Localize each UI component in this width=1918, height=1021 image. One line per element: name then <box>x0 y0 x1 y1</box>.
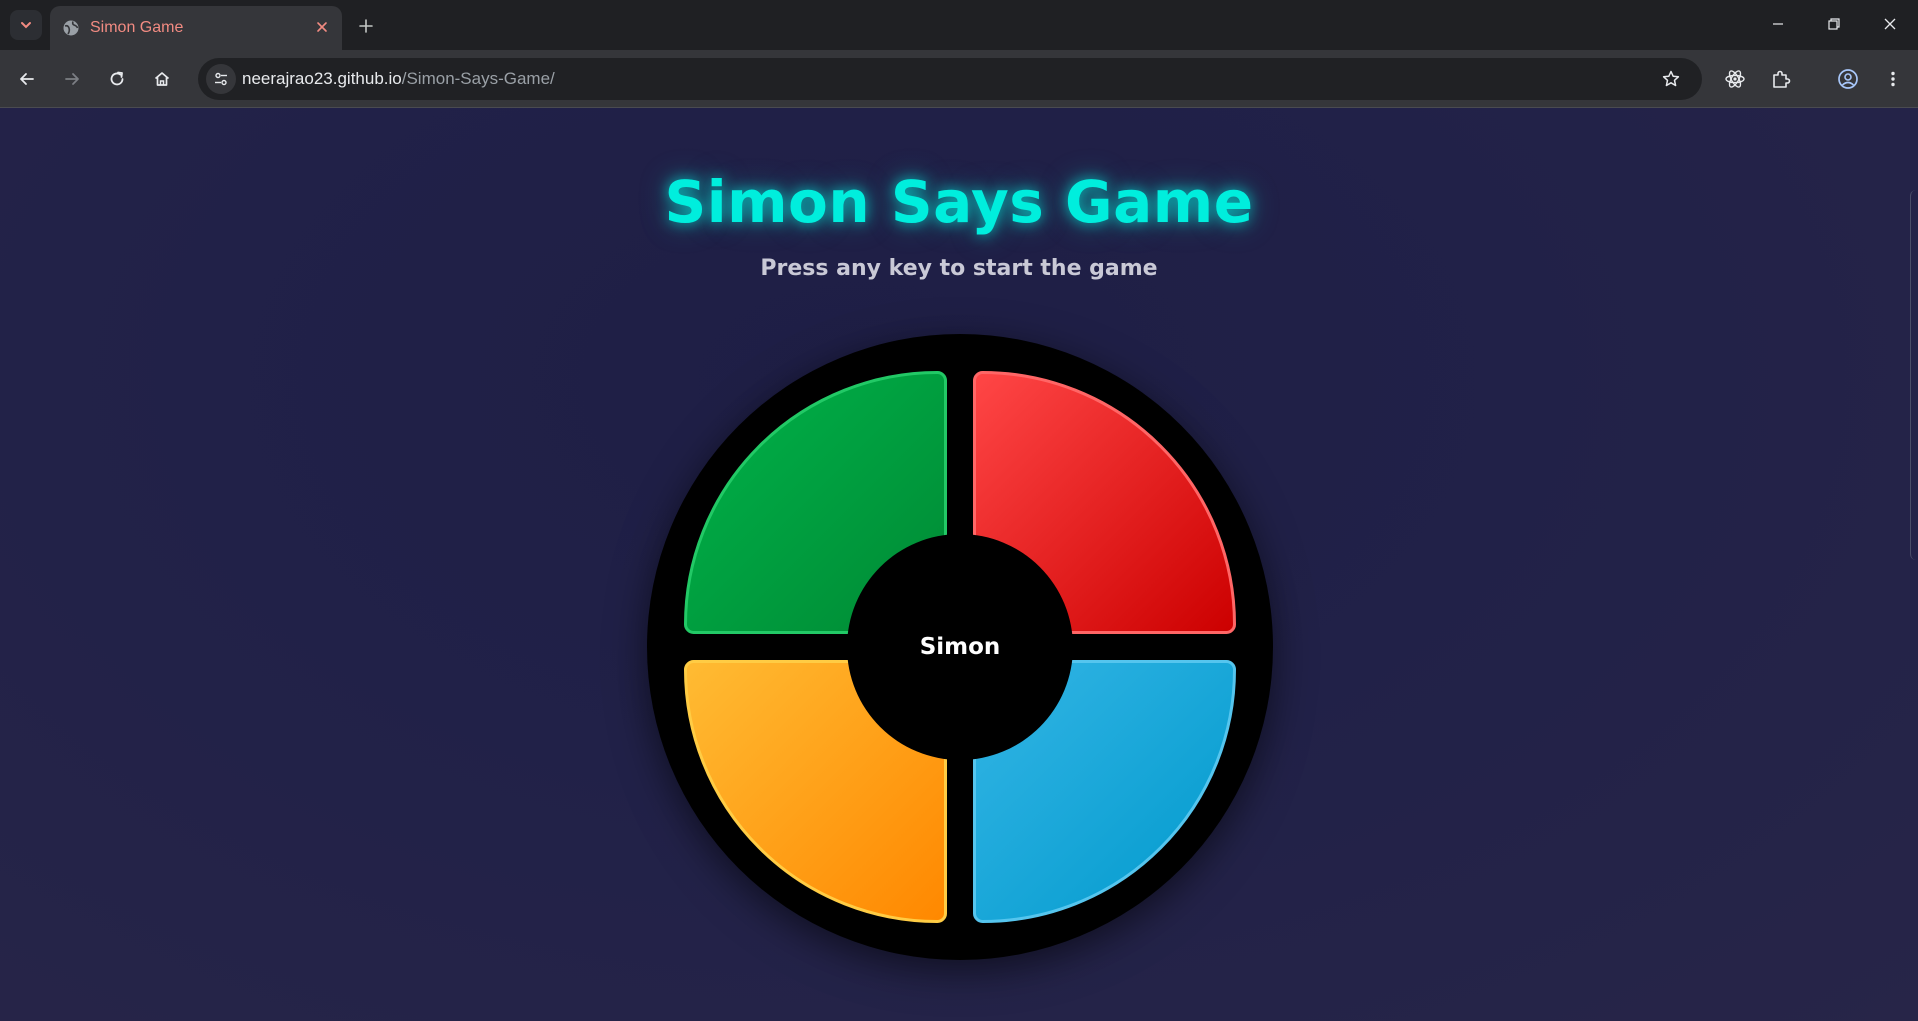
atom-icon <box>1725 70 1745 88</box>
globe-icon <box>63 20 79 36</box>
minimize-button[interactable] <box>1756 4 1800 44</box>
simon-board: Simon <box>647 334 1273 960</box>
reload-button[interactable] <box>103 65 131 93</box>
address-bar[interactable]: neerajrao23.github.io/Simon-Says-Game/ <box>198 58 1702 100</box>
home-icon <box>154 72 170 86</box>
scrollbar[interactable] <box>1910 190 1918 560</box>
page-content: Simon Says Game Press any key to start t… <box>0 108 1918 1021</box>
bookmark-button[interactable] <box>1658 66 1684 92</box>
site-info-button[interactable] <box>206 64 236 94</box>
reload-icon <box>110 71 124 86</box>
page-title: Simon Says Game <box>664 168 1254 236</box>
tab-close-button[interactable] <box>312 17 332 37</box>
board-center: Simon <box>847 534 1073 760</box>
close-icon <box>1884 18 1896 30</box>
chevron-down-icon <box>21 22 31 29</box>
tab-search-button[interactable] <box>10 10 42 40</box>
account-circle-icon <box>1838 69 1858 89</box>
tab-strip: Simon Game <box>0 0 1918 50</box>
back-button[interactable] <box>13 65 41 93</box>
plus-icon <box>359 19 373 33</box>
url-host: neerajrao23.github.io <box>242 69 402 88</box>
close-icon <box>317 22 327 32</box>
tab-title: Simon Game <box>90 19 184 36</box>
forward-button[interactable] <box>58 65 86 93</box>
center-label: Simon <box>919 634 1001 660</box>
arrow-right-icon <box>65 73 79 85</box>
active-tab[interactable]: Simon Game <box>50 6 342 50</box>
arrow-left-icon <box>20 73 34 85</box>
react-devtools-extension-button[interactable] <box>1721 65 1749 93</box>
browser-toolbar: neerajrao23.github.io/Simon-Says-Game/ <box>0 50 1918 108</box>
extensions-button[interactable] <box>1767 65 1795 93</box>
puzzle-piece-icon <box>1773 70 1791 88</box>
more-vertical-icon <box>1891 71 1895 87</box>
restore-icon <box>1828 18 1840 30</box>
game-status-text: Press any key to start the game <box>760 256 1158 281</box>
new-tab-button[interactable] <box>352 12 380 40</box>
profile-button[interactable] <box>1834 65 1862 93</box>
star-icon <box>1662 70 1680 87</box>
home-button[interactable] <box>148 65 176 93</box>
url-path: /Simon-Says-Game/ <box>401 69 555 88</box>
minimize-icon <box>1773 23 1783 25</box>
tune-icon <box>215 72 227 86</box>
browser-menu-button[interactable] <box>1879 65 1907 93</box>
url-text[interactable]: neerajrao23.github.io/Simon-Says-Game/ <box>242 69 555 89</box>
restore-button[interactable] <box>1812 4 1856 44</box>
window-close-button[interactable] <box>1868 4 1912 44</box>
